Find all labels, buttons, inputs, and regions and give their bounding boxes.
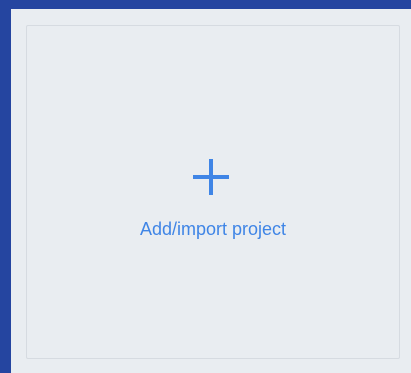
plus-icon[interactable] [193,159,229,195]
add-import-project-label[interactable]: Add/import project [26,217,400,241]
